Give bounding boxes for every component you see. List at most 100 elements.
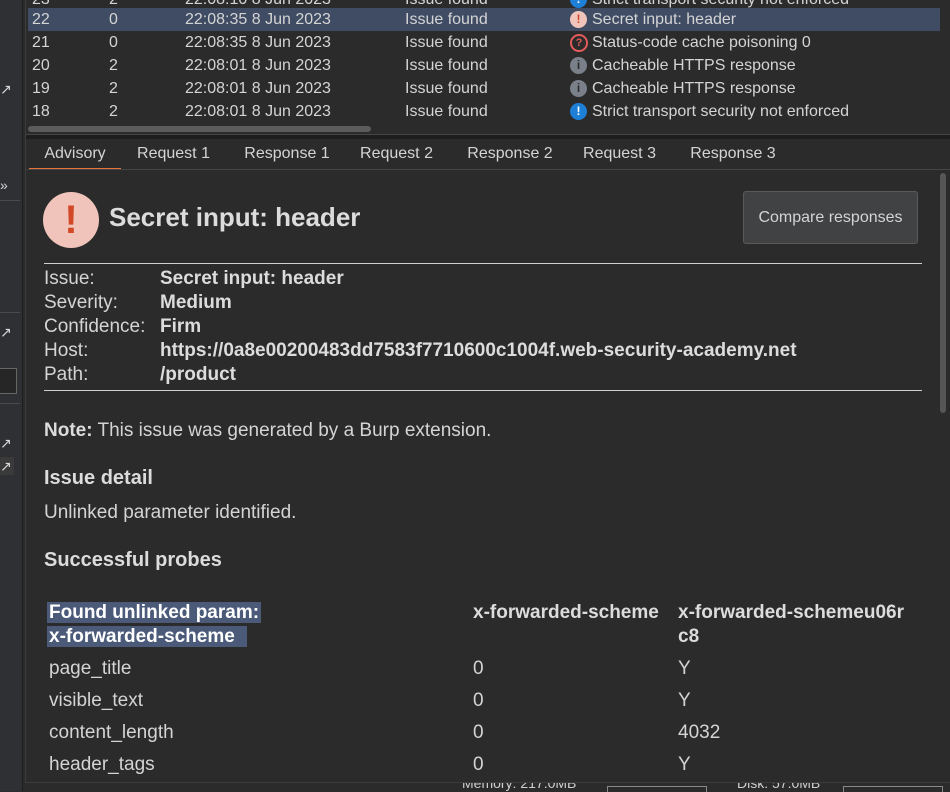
tab-request-1[interactable]: Request 1: [126, 140, 221, 168]
tab-request-2[interactable]: Request 2: [349, 140, 444, 168]
table-row[interactable]: 19 2 22:08:01 8 Jun 2023 Issue found i C…: [28, 77, 940, 100]
detail-tabs: Advisory Request 1 Response 1 Request 2 …: [26, 140, 950, 170]
meta-value: Firm: [160, 316, 202, 337]
probe-row-value: 0: [473, 722, 484, 743]
probe-row-value: 4032: [678, 722, 721, 743]
issue-name: Strict transport security not enforced: [592, 103, 849, 120]
issue-severity: 2: [109, 57, 118, 74]
info-blue-icon: !: [570, 0, 587, 8]
issue-time: 22:08:01 8 Jun 2023: [185, 103, 331, 120]
issue-severity: 0: [109, 11, 118, 28]
meta-label: Confidence:: [44, 316, 146, 337]
tab-request-3[interactable]: Request 3: [572, 140, 667, 168]
probe-col3-line1: x-forwarded-schemeu06r: [678, 602, 904, 623]
table-row[interactable]: 21 0 22:08:35 8 Jun 2023 Issue found ? S…: [28, 31, 940, 54]
issue-activity-panel: 23 2 22:08:10 8 Jun 2023 Issue found ! S…: [25, 0, 950, 791]
advisory-title: Secret input: header: [109, 202, 361, 232]
horizontal-scrollbar[interactable]: [28, 126, 371, 132]
issue-id: 21: [32, 34, 50, 51]
compare-responses-button[interactable]: Compare responses: [743, 191, 918, 244]
disk-label: Disk: 57.0MB: [737, 782, 821, 791]
issue-type: Issue found: [405, 103, 488, 120]
advisory-panel: ! Secret input: header Compare responses…: [28, 172, 940, 782]
issue-name: Cacheable HTTPS response: [592, 57, 796, 74]
issue-time: 22:08:01 8 Jun 2023: [185, 80, 331, 97]
tab-response-3[interactable]: Response 3: [677, 140, 789, 168]
note-body: This issue was generated by a Burp exten…: [92, 420, 492, 441]
divider: [44, 263, 922, 264]
note-label: Note:: [44, 420, 93, 441]
info-gray-icon: i: [570, 57, 587, 74]
issue-type: Issue found: [405, 57, 488, 74]
strip-divider: [0, 200, 20, 201]
strip-divider: [0, 403, 20, 404]
issue-time: 22:08:01 8 Jun 2023: [185, 57, 331, 74]
meta-label: Path:: [44, 364, 89, 385]
issue-detail-text: Unlinked parameter identified.: [44, 502, 297, 523]
tab-response-2[interactable]: Response 2: [454, 140, 566, 168]
probe-row-value: 0: [473, 658, 484, 679]
issue-type: Issue found: [405, 80, 488, 97]
meta-value: https://0a8e00200483dd7583f7710600c1004f…: [160, 340, 797, 361]
issue-severity: 2: [109, 80, 118, 97]
probes-heading: Successful probes: [44, 549, 222, 571]
external-link-icon[interactable]: ↗: [0, 434, 14, 452]
vertical-scrollbar[interactable]: [940, 173, 946, 413]
probe-row-value: Y: [678, 690, 691, 711]
disk-bar: [843, 786, 943, 792]
issue-type: Issue found: [405, 34, 488, 51]
memory-label: Memory: 217.0MB: [462, 782, 577, 791]
probe-head-param: Found unlinked param: x-forwarded-scheme: [47, 601, 262, 649]
meta-label: Host:: [44, 340, 89, 361]
issue-name: Cacheable HTTPS response: [592, 80, 796, 97]
split-pane-divider[interactable]: [26, 134, 950, 139]
left-side-strip: ↗ » ↗ ↗ ↗: [0, 0, 23, 791]
issue-severity: 2: [109, 103, 118, 120]
info-gray-icon: i: [570, 80, 587, 97]
memory-bar: [607, 786, 707, 792]
external-link-icon[interactable]: ↗: [0, 457, 14, 475]
probe-row-value: 0: [473, 690, 484, 711]
meta-value: Medium: [160, 292, 232, 313]
meta-value: /product: [160, 364, 236, 385]
probe-head-line2: x-forwarded-scheme: [47, 626, 247, 647]
issue-id: 20: [32, 57, 50, 74]
popout-icon[interactable]: ↗: [0, 80, 14, 98]
info-blue-icon: !: [570, 103, 587, 120]
expand-icon[interactable]: »: [0, 176, 14, 194]
issue-time: 22:08:35 8 Jun 2023: [185, 34, 331, 51]
issue-name: Secret input: header: [592, 11, 737, 28]
issue-detail-heading: Issue detail: [44, 467, 153, 489]
table-row[interactable]: 18 2 22:08:01 8 Jun 2023 Issue found ! S…: [28, 100, 940, 123]
note-text: Note: This issue was generated by a Burp…: [44, 420, 491, 442]
issue-id: 18: [32, 103, 50, 120]
strip-divider: [0, 312, 20, 313]
meta-label: Severity:: [44, 292, 118, 313]
issue-type: Issue found: [405, 11, 488, 28]
issue-severity: 0: [109, 34, 118, 51]
alert-red-icon: !: [570, 11, 587, 28]
probe-row-value: Y: [678, 658, 691, 679]
probe-row-name: page_title: [49, 658, 132, 679]
strip-input-box[interactable]: [0, 368, 17, 394]
issue-name: Status-code cache poisoning 0: [592, 34, 811, 51]
probe-col-header: x-forwarded-scheme: [473, 602, 659, 623]
probe-row-value: Y: [678, 754, 691, 775]
question-red-icon: ?: [570, 34, 588, 52]
table-row[interactable]: 20 2 22:08:01 8 Jun 2023 Issue found i C…: [28, 54, 940, 77]
meta-value: Secret input: header: [160, 268, 344, 289]
probe-col3-line2: c8: [678, 626, 700, 647]
table-row-selected[interactable]: 22 0 22:08:35 8 Jun 2023 Issue found ! S…: [28, 8, 940, 31]
probe-row-value: 0: [473, 754, 484, 775]
issue-id: 19: [32, 80, 50, 97]
probe-head-line1: Found unlinked param:: [47, 602, 262, 623]
issue-id: 22: [32, 11, 50, 28]
tab-response-1[interactable]: Response 1: [231, 140, 343, 168]
probe-row-name: content_length: [49, 722, 174, 743]
alert-red-icon: !: [43, 192, 99, 248]
tab-advisory[interactable]: Advisory: [29, 140, 121, 170]
probe-row-name: visible_text: [49, 690, 143, 711]
meta-label: Issue:: [44, 268, 95, 289]
probe-row-name: header_tags: [49, 754, 155, 775]
arrow-up-right-icon[interactable]: ↗: [0, 323, 14, 341]
